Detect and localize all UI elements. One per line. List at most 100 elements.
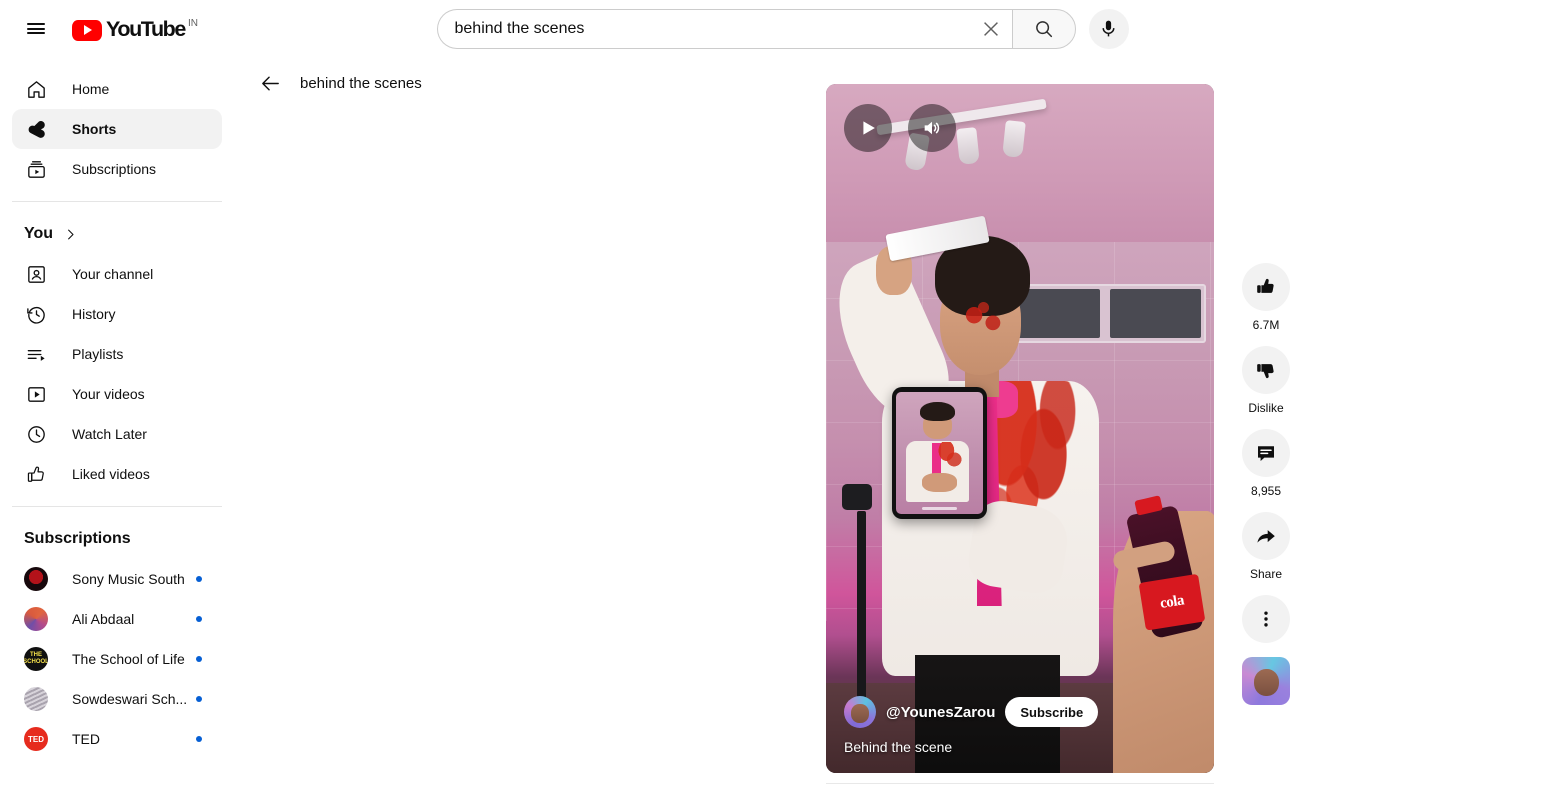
sidebar-subscriptions-label: Subscriptions [24,530,131,547]
home-icon [24,77,48,101]
microphone-icon[interactable] [1088,8,1129,49]
phone-screen-home-bar [922,507,957,511]
video-player[interactable]: cola @YounesZarou Subscribe Behind the s… [826,84,1214,773]
close-icon[interactable] [972,10,1010,48]
sidebar-divider-1 [12,201,222,202]
sidebar-item-label: Watch Later [72,426,147,442]
search-icon[interactable] [1011,8,1076,49]
subscribe-button[interactable]: Subscribe [1005,697,1099,727]
like-action: 6.7M [1242,263,1290,332]
comment-icon[interactable] [1242,429,1290,477]
dislike-label: Dislike [1248,401,1284,415]
sidebar-item-subscriptions[interactable]: Subscriptions [12,149,222,189]
short-video-container: cola @YounesZarou Subscribe Behind the s… [826,84,1214,773]
sidebar-item-label: Playlists [72,346,124,362]
sidebar-subscription-sony-music-south[interactable]: Sony Music South [12,559,222,599]
bottle-label: cola [1138,574,1206,631]
youtube-logo-text: YouTube [106,16,186,41]
sidebar-item-home[interactable]: Home [12,69,222,109]
sidebar-item-label: History [72,306,116,322]
search-area [436,8,1129,49]
avatar [24,687,48,711]
channel-avatar[interactable] [844,696,876,728]
face-blood [959,300,1008,338]
masthead: YouTube IN [0,0,1565,57]
thumbs-down-icon[interactable] [1242,346,1290,394]
new-content-dot [196,656,202,662]
subscription-name: Sony Music South [72,571,185,587]
masthead-center [250,8,1315,49]
shorts-stage: behind the scenes cola @YounesZarou Subs… [234,57,1565,797]
phone-screen-hair [920,401,956,422]
comments-action: 8,955 [1242,429,1290,498]
sidebar-item-history[interactable]: History [12,294,222,334]
share-icon[interactable] [1242,512,1290,560]
sidebar-item-watch-later[interactable]: Watch Later [12,414,222,454]
play-icon[interactable] [844,104,892,152]
player-controls [844,104,956,152]
avatar [24,607,48,631]
person-box-icon [24,262,48,286]
sidebar: Home Shorts Subscriptions You Your chann… [0,57,234,797]
dislike-action: Dislike [1242,346,1290,415]
channel-thumbnail[interactable] [1242,657,1290,705]
video-box-icon [24,382,48,406]
comment-count: 8,955 [1250,484,1282,498]
sidebar-item-your-videos[interactable]: Your videos [12,374,222,414]
sidebar-item-your-channel[interactable]: Your channel [12,254,222,294]
share-action: Share [1242,512,1290,581]
sidebar-item-liked-videos[interactable]: Liked videos [12,454,222,494]
search-box[interactable] [436,8,1012,49]
new-content-dot [196,736,202,742]
more-action [1242,595,1290,643]
next-short-separator [826,783,1214,784]
more-vertical-icon[interactable] [1242,595,1290,643]
new-content-dot [196,576,202,582]
search-input[interactable] [454,19,972,38]
sidebar-item-playlists[interactable]: Playlists [12,334,222,374]
sidebar-item-label: Your channel [72,266,154,282]
thumbs-up-outline-icon [24,462,48,486]
hamburger-icon[interactable] [16,9,56,49]
sidebar-you-header[interactable]: You [0,214,234,254]
back-navigation[interactable]: behind the scenes [258,71,422,95]
sidebar-item-label: Shorts [72,121,117,137]
new-content-dot [196,616,202,622]
sidebar-item-label: Your videos [72,386,145,402]
sidebar-item-shorts[interactable]: Shorts [12,109,222,149]
thumbs-up-icon[interactable] [1242,263,1290,311]
sidebar-item-label: Home [72,81,110,97]
masthead-left: YouTube IN [0,9,250,49]
arrow-left-icon[interactable] [258,71,282,95]
country-code: IN [187,17,198,29]
sidebar-you-label: You [24,225,54,242]
channel-thumbnail-action [1242,657,1290,705]
sidebar-subscription-ted[interactable]: TED TED [12,719,222,759]
subscriptions-icon [24,157,48,181]
sidebar-divider-2 [12,506,222,507]
youtube-logo[interactable]: YouTube IN [72,17,198,41]
channel-handle[interactable]: @YounesZarou [886,704,995,721]
hamburger-bar [27,31,45,34]
subscription-name: Sowdeswari Sch... [72,691,188,707]
avatar: THE SCHOOL [24,647,48,671]
new-content-dot [196,696,202,702]
chevron-right-icon [63,227,78,242]
sidebar-subscription-sowdeswari-school[interactable]: Sowdeswari Sch... [12,679,222,719]
channel-row: @YounesZarou Subscribe [844,696,1099,728]
sidebar-subscription-the-school-of-life[interactable]: THE SCHOOL The School of Life [12,639,222,679]
like-count: 6.7M [1252,318,1280,332]
hamburger-bar [27,27,45,30]
history-icon [24,302,48,326]
avatar: TED [24,727,48,751]
phone-screen-blood [935,442,963,472]
video-title: Behind the scene [844,739,953,755]
channel-overlay: @YounesZarou Subscribe Behind the scene [844,696,1099,755]
phone-on-tripod [891,387,987,520]
volume-on-icon[interactable] [908,104,956,152]
share-label: Share [1249,567,1283,581]
shorts-icon [24,117,48,141]
spotlight [956,127,980,166]
sidebar-subscription-ali-abdaal[interactable]: Ali Abdaal [12,599,222,639]
tripod-head [841,483,872,510]
